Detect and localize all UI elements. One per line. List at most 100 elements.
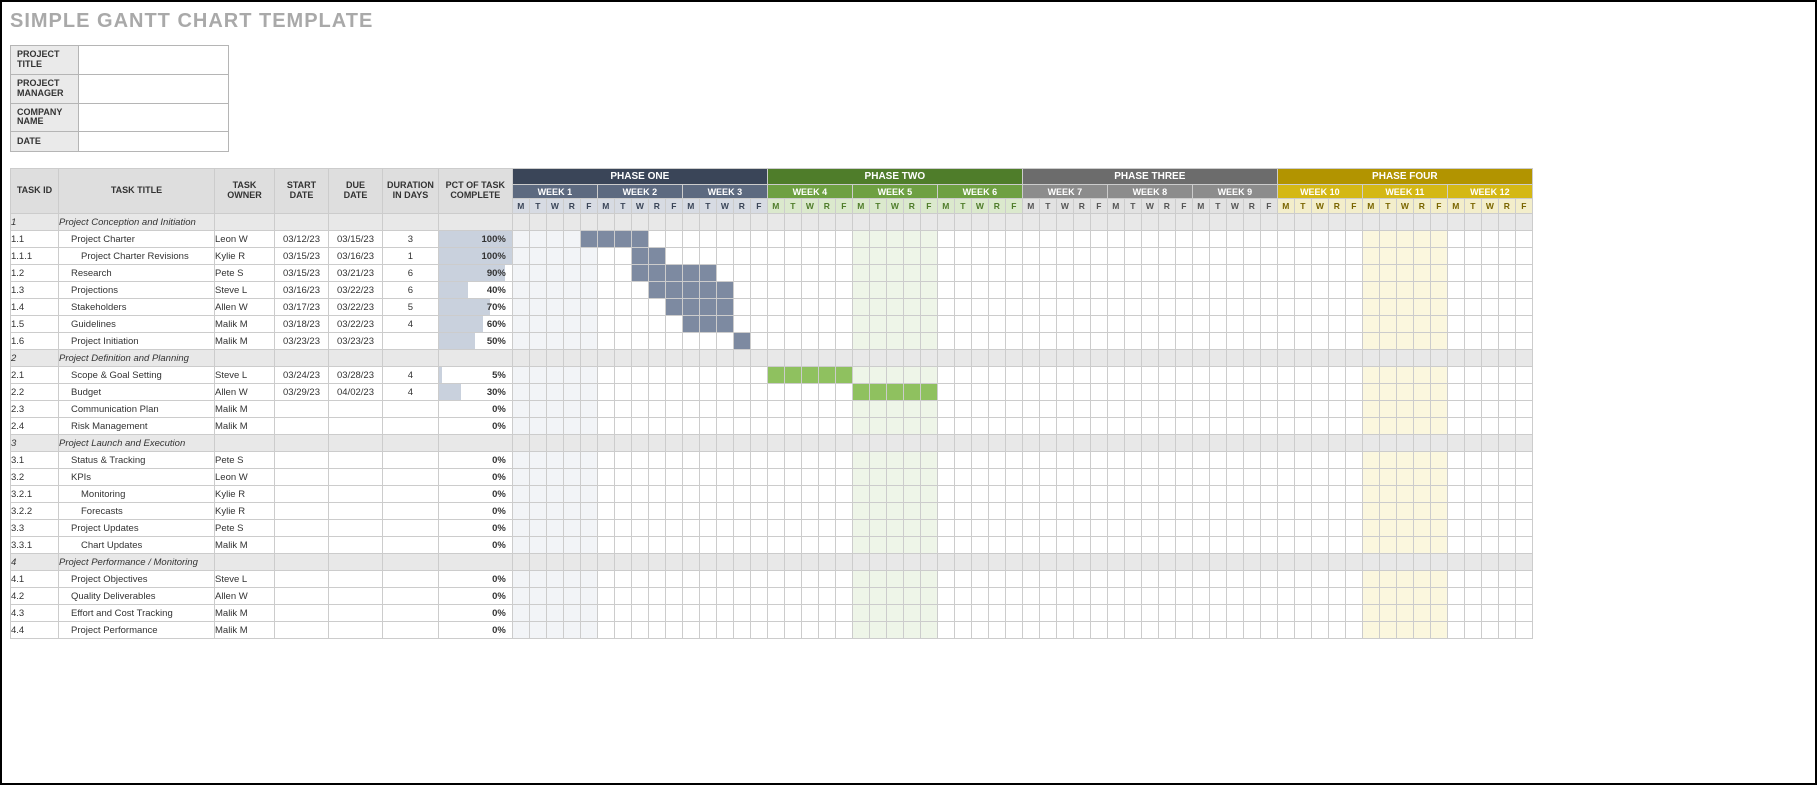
day-cell: [1073, 503, 1090, 520]
day-cell: [1005, 316, 1022, 333]
meta-value[interactable]: [79, 103, 229, 132]
day-cell: [1090, 367, 1107, 384]
day-cell: [971, 537, 988, 554]
day-cell: [988, 350, 1005, 367]
day-cell: [1022, 384, 1039, 401]
day-header: M: [1022, 199, 1039, 214]
day-cell: [1192, 571, 1209, 588]
day-cell: [1464, 588, 1481, 605]
day-cell: [767, 299, 784, 316]
day-cell: [1243, 605, 1260, 622]
meta-value[interactable]: [79, 132, 229, 152]
day-cell: [699, 622, 716, 639]
day-cell: [1039, 333, 1056, 350]
day-cell: [988, 588, 1005, 605]
day-cell: [512, 299, 529, 316]
day-cell: [682, 418, 699, 435]
day-cell: [937, 520, 954, 537]
task-owner: [215, 435, 275, 452]
day-cell: [801, 282, 818, 299]
day-cell: [1481, 486, 1498, 503]
day-cell: [1175, 503, 1192, 520]
day-cell: [835, 214, 852, 231]
day-cell: [1311, 486, 1328, 503]
day-cell: [1209, 418, 1226, 435]
day-cell: [1124, 452, 1141, 469]
day-cell: [937, 537, 954, 554]
day-cell: [1515, 622, 1532, 639]
day-cell: [631, 469, 648, 486]
day-cell: [631, 282, 648, 299]
day-cell: [1379, 622, 1396, 639]
day-cell: [937, 469, 954, 486]
meta-value[interactable]: [79, 46, 229, 75]
day-cell: [1430, 588, 1447, 605]
day-header: T: [1209, 199, 1226, 214]
task-row: 4.1Project ObjectivesSteve L0%: [11, 571, 1533, 588]
day-cell: [1413, 214, 1430, 231]
day-cell: [1498, 367, 1515, 384]
day-cell: [767, 384, 784, 401]
day-cell: [1328, 537, 1345, 554]
day-cell: [1396, 622, 1413, 639]
day-cell: [835, 384, 852, 401]
day-cell: [512, 605, 529, 622]
day-cell: [1362, 265, 1379, 282]
day-cell: [1311, 367, 1328, 384]
day-cell: [1209, 452, 1226, 469]
day-cell: [1498, 248, 1515, 265]
day-cell: [903, 435, 920, 452]
meta-value[interactable]: [79, 74, 229, 103]
duration: 6: [383, 282, 439, 299]
day-cell: [733, 248, 750, 265]
task-title: Budget: [59, 384, 215, 401]
day-cell: [563, 248, 580, 265]
day-cell: [665, 469, 682, 486]
day-cell: [1107, 452, 1124, 469]
day-cell: [716, 435, 733, 452]
gantt-table: TASK IDTASK TITLETASK OWNERSTART DATEDUE…: [10, 168, 1533, 639]
day-cell: [852, 299, 869, 316]
day-cell: [988, 316, 1005, 333]
day-cell: [920, 367, 937, 384]
day-cell: [716, 333, 733, 350]
day-cell: [1464, 384, 1481, 401]
day-cell: [1192, 520, 1209, 537]
day-cell: [597, 418, 614, 435]
day-cell: [733, 265, 750, 282]
day-cell: [1515, 520, 1532, 537]
day-cell: [512, 316, 529, 333]
day-cell: [682, 248, 699, 265]
day-cell: [614, 299, 631, 316]
day-cell: [1447, 214, 1464, 231]
day-cell: [1209, 350, 1226, 367]
day-cell: [1243, 333, 1260, 350]
day-cell: [733, 554, 750, 571]
day-cell: [1311, 299, 1328, 316]
day-cell: [1073, 418, 1090, 435]
day-cell: [1039, 418, 1056, 435]
day-cell: [750, 248, 767, 265]
day-cell: [546, 571, 563, 588]
day-cell: [614, 605, 631, 622]
day-cell: [1464, 622, 1481, 639]
day-cell: [1515, 231, 1532, 248]
day-cell: [1226, 503, 1243, 520]
day-cell: [1277, 384, 1294, 401]
day-cell: [937, 333, 954, 350]
day-cell: [903, 503, 920, 520]
day-cell: [1413, 486, 1430, 503]
day-cell: [733, 469, 750, 486]
day-cell: [1362, 503, 1379, 520]
day-cell: [1345, 248, 1362, 265]
day-cell: [869, 316, 886, 333]
day-cell: [1209, 333, 1226, 350]
day-cell: [1498, 435, 1515, 452]
day-cell: [1107, 316, 1124, 333]
day-cell: [580, 214, 597, 231]
day-cell: [852, 452, 869, 469]
day-cell: [750, 316, 767, 333]
day-cell: [1175, 248, 1192, 265]
day-cell: [682, 554, 699, 571]
day-cell: [869, 418, 886, 435]
